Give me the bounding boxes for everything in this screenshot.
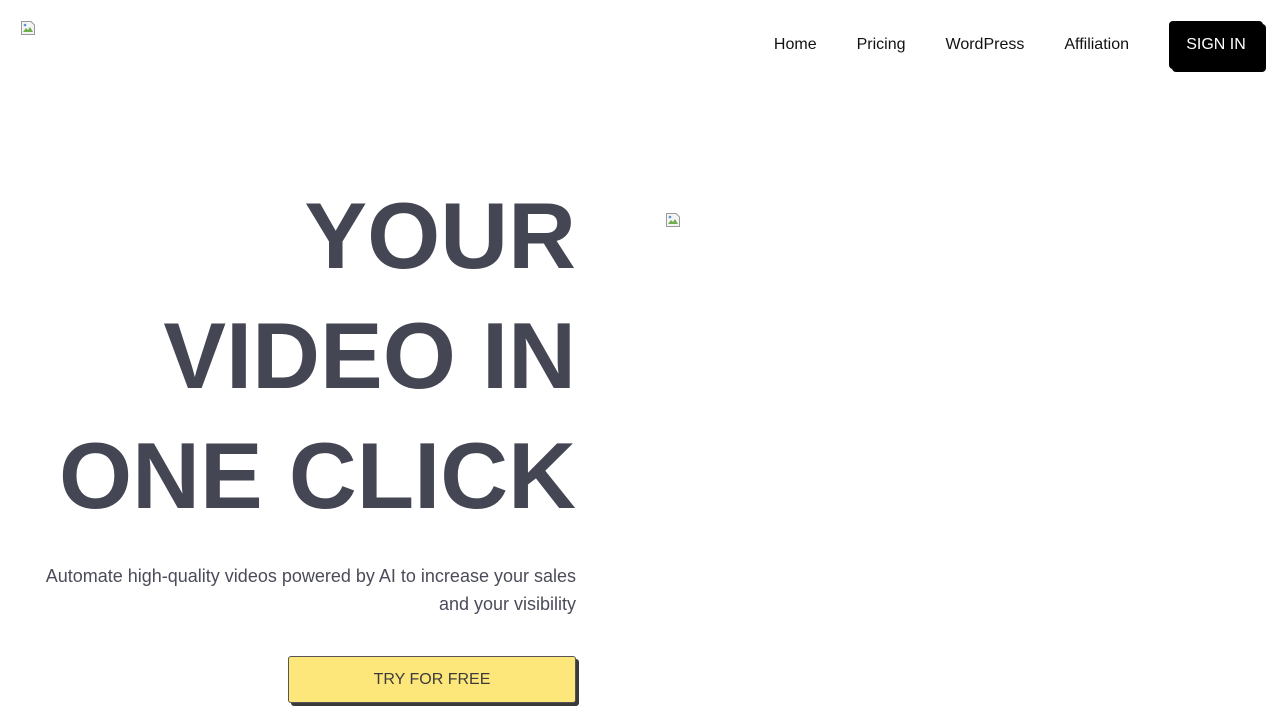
landing-page: Home Pricing WordPress Affiliation SIGN … [0,0,1280,720]
hero-headline: YOUR VIDEO IN ONE CLICK [16,176,576,536]
hero-text: YOUR VIDEO IN ONE CLICK Automate high-qu… [16,176,576,618]
headline-line-1: YOUR [304,183,576,288]
nav-home-link[interactable]: Home [774,22,817,68]
headline-line-2: VIDEO IN [163,303,576,408]
try-for-free-wrapper: TRY FOR FREE [288,656,579,706]
try-for-free-button[interactable]: TRY FOR FREE [288,656,576,703]
nav-pricing-link[interactable]: Pricing [857,22,906,68]
logo-broken-image-icon[interactable] [20,20,36,36]
nav-wordpress-link[interactable]: WordPress [946,22,1025,68]
nav-affiliation-link[interactable]: Affiliation [1064,22,1129,68]
hero-broken-image-icon [665,212,681,228]
hero-subtitle: Automate high-quality videos powered by … [45,566,576,614]
main-nav: Home Pricing WordPress Affiliation SIGN … [774,20,1266,72]
headline-line-3: ONE CLICK [59,423,576,528]
sign-in-button[interactable]: SIGN IN [1169,21,1263,69]
sign-in-button-wrapper: SIGN IN [1169,21,1266,72]
